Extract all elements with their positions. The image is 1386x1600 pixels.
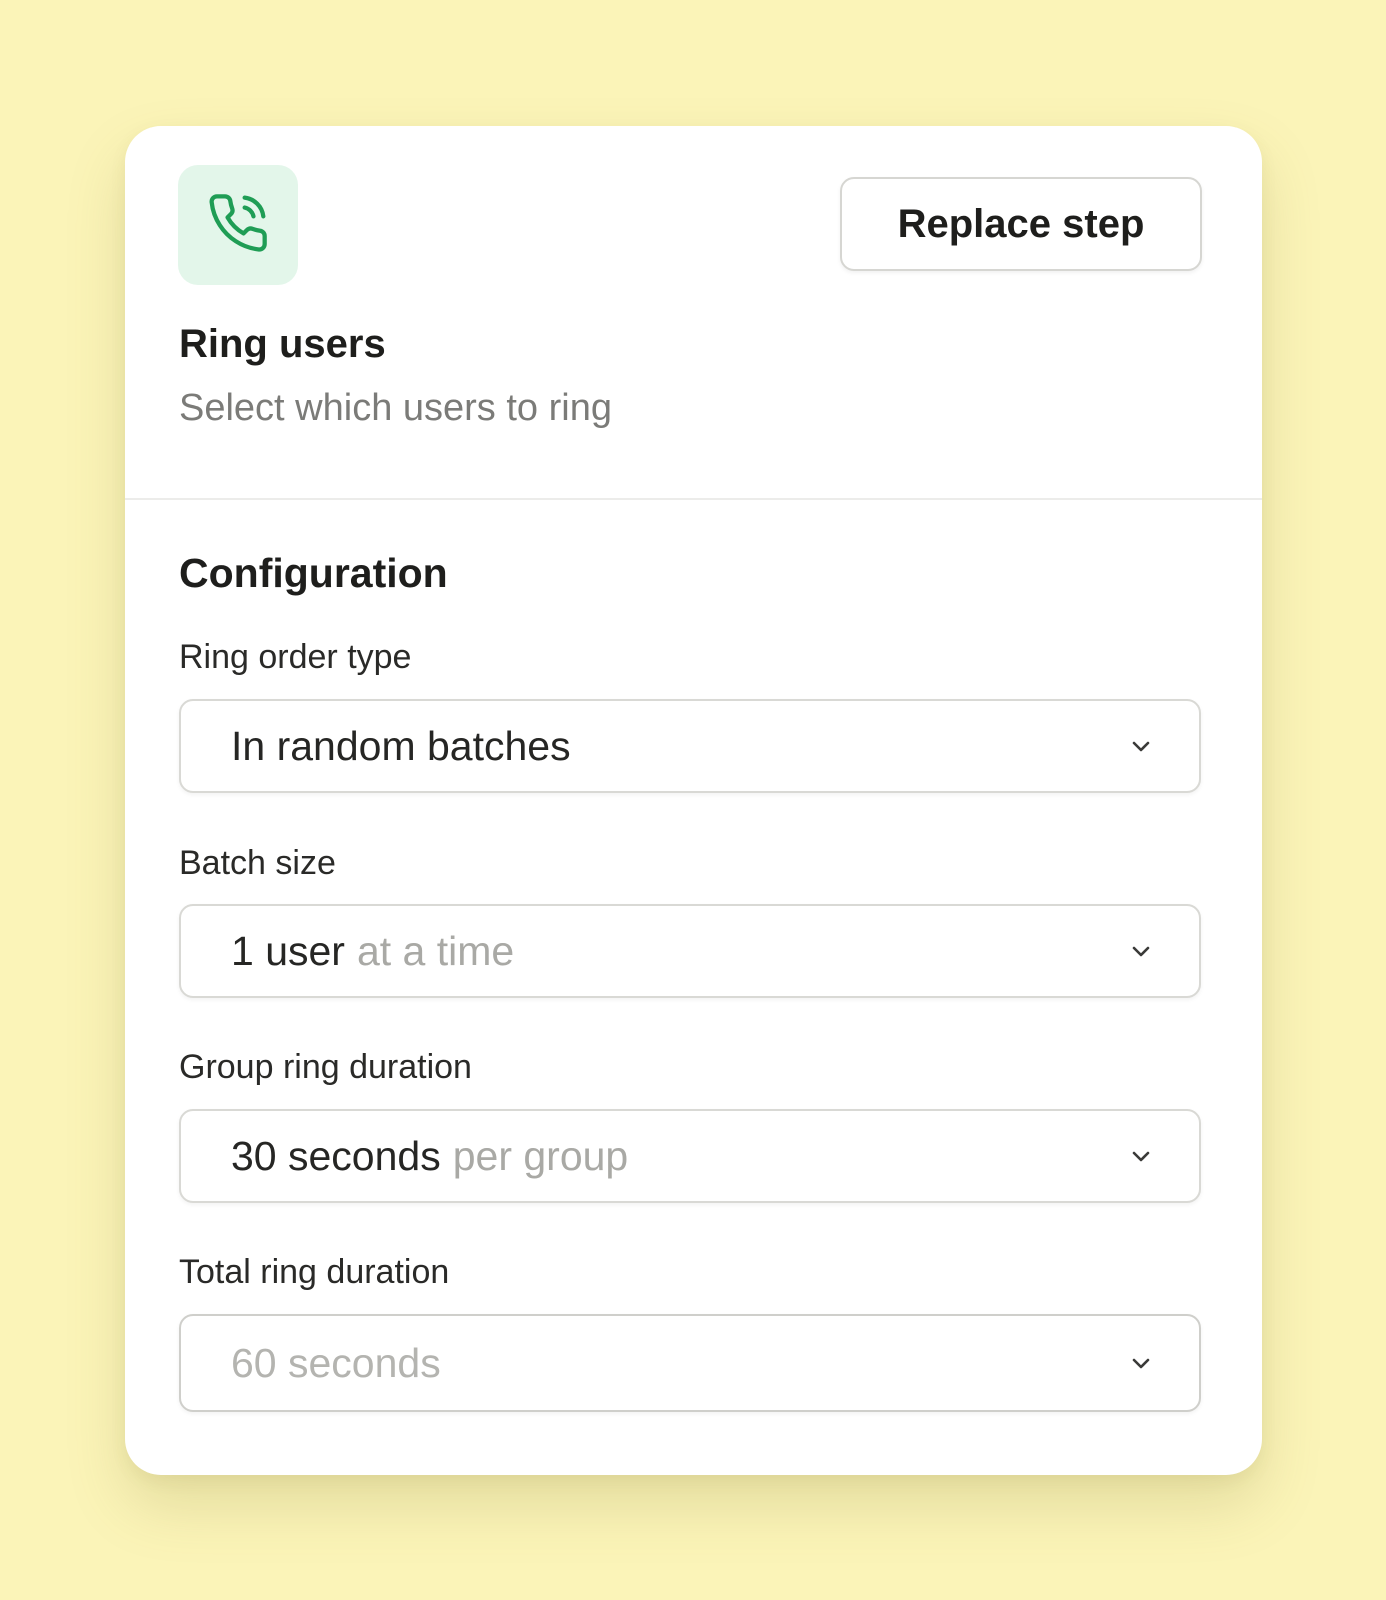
- chevron-down-icon: [1132, 741, 1150, 752]
- step-config-card: Replace step Ring users Select which use…: [125, 126, 1262, 1475]
- ring-order-value: In random batches: [231, 722, 571, 769]
- group-ring-duration-select[interactable]: 30 seconds per group: [179, 1109, 1201, 1203]
- group-ring-duration-suffix: per group: [452, 1132, 629, 1179]
- batch-size-suffix: at a time: [356, 927, 515, 974]
- ring-order-select[interactable]: In random batches: [179, 699, 1201, 793]
- batch-size-label: Batch size: [179, 844, 336, 882]
- step-subtitle: Select which users to ring: [179, 387, 612, 429]
- total-ring-duration-select[interactable]: 60 seconds: [179, 1314, 1201, 1412]
- batch-size-value: 1 user: [231, 927, 345, 974]
- group-ring-duration-value: 30 seconds: [231, 1132, 441, 1179]
- phone-ringing-icon: [206, 191, 270, 260]
- step-title: Ring users: [179, 322, 386, 366]
- step-icon-tile: [178, 165, 298, 285]
- replace-step-button[interactable]: Replace step: [840, 177, 1202, 271]
- chevron-down-icon: [1132, 946, 1150, 957]
- step-header: Replace step Ring users Select which use…: [125, 126, 1262, 500]
- group-ring-duration-label: Group ring duration: [179, 1048, 472, 1086]
- ring-order-label: Ring order type: [179, 638, 412, 676]
- configuration-heading: Configuration: [179, 550, 448, 596]
- total-ring-duration-value: 60 seconds: [231, 1339, 441, 1386]
- batch-size-select[interactable]: 1 user at a time: [179, 904, 1201, 998]
- total-ring-duration-label: Total ring duration: [179, 1253, 450, 1291]
- chevron-down-icon: [1132, 1358, 1150, 1369]
- chevron-down-icon: [1132, 1151, 1150, 1162]
